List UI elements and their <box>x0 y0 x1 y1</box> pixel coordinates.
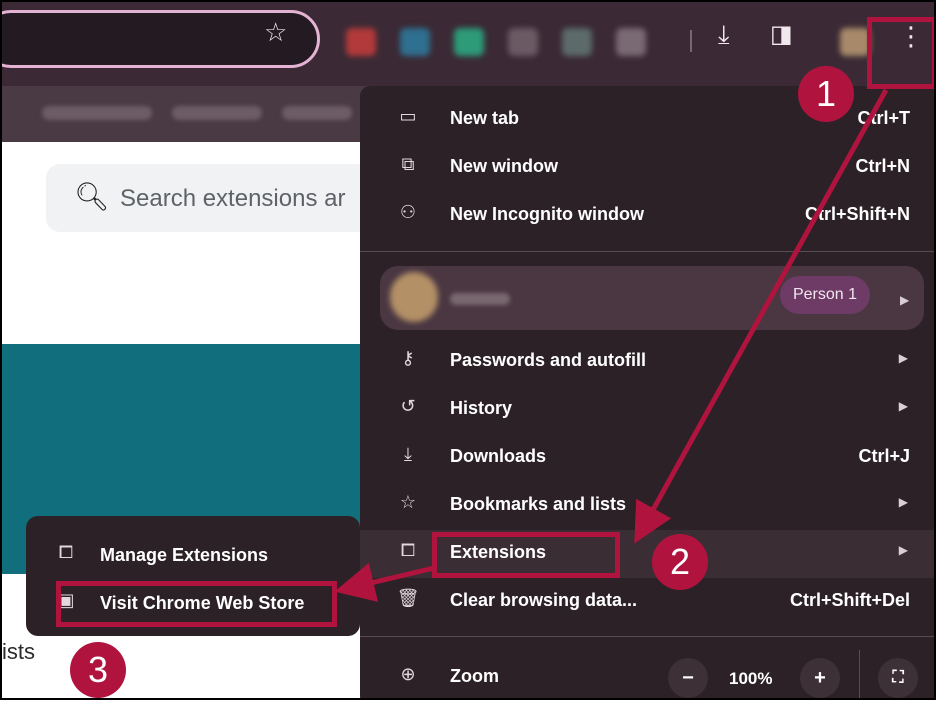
arrow-step-1-to-2 <box>634 88 889 544</box>
step-badge-1: 1 <box>798 66 854 122</box>
step-badge-3: 3 <box>70 642 126 698</box>
annotation-arrows <box>334 88 889 602</box>
step-badge-2: 2 <box>652 534 708 590</box>
arrow-step-2-to-3 <box>334 562 435 602</box>
screenshot-frame: ☆ ⤓ ◨ ⋮ 🔍︎ Search extensions ar ists ▭ N… <box>0 0 936 700</box>
